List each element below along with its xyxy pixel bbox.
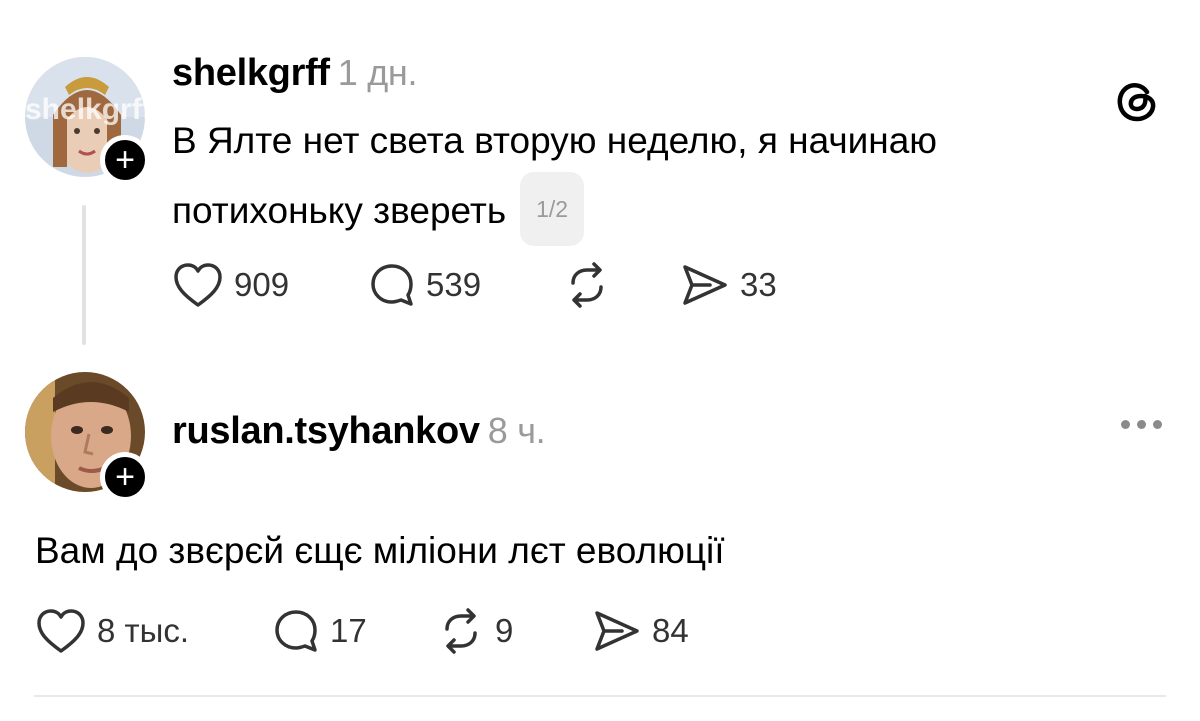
post1-header: shelkgrff 1 дн. bbox=[172, 52, 418, 95]
post2-header: ruslan.tsyhankov 8 ч. bbox=[172, 410, 546, 453]
post1-text-line2-wrap: потихоньку звереть 1/2 bbox=[172, 172, 585, 250]
follow-button-ruslan[interactable]: + bbox=[100, 452, 150, 502]
post1-text-line1: В Ялте нет света вторую неделю, я начина… bbox=[172, 120, 938, 161]
repost-icon bbox=[571, 262, 603, 308]
post-timestamp: 1 дн. bbox=[337, 52, 418, 93]
speech-bubble-icon bbox=[371, 264, 413, 306]
post2-text: Вам до звєрєй єщє міліони лєт еволюції bbox=[35, 530, 725, 571]
send-icon bbox=[595, 611, 639, 651]
avatar-overlay-text: shelkgrff bbox=[25, 93, 145, 126]
share-button[interactable]: 33 bbox=[680, 260, 777, 310]
page-indicator: 1/2 bbox=[520, 172, 585, 246]
comment-button[interactable]: 17 bbox=[272, 606, 367, 656]
heart-icon bbox=[37, 609, 85, 653]
like-count: 909 bbox=[234, 266, 290, 303]
plus-icon: + bbox=[115, 458, 135, 496]
repost-button[interactable] bbox=[563, 260, 611, 310]
like-button[interactable]: 909 bbox=[172, 260, 289, 310]
share-count: 84 bbox=[652, 612, 689, 649]
username-link[interactable]: ruslan.tsyhankov bbox=[172, 410, 480, 452]
comment-button[interactable]: 539 bbox=[368, 260, 481, 310]
speech-bubble-icon bbox=[275, 610, 317, 652]
share-count: 33 bbox=[740, 266, 777, 303]
threads-logo-icon[interactable] bbox=[1114, 78, 1160, 124]
plus-icon: + bbox=[115, 141, 135, 179]
follow-button-shelkgrff[interactable]: + bbox=[100, 135, 150, 185]
post-divider bbox=[34, 695, 1166, 697]
post1-text-line2: потихоньку звереть bbox=[172, 189, 507, 231]
send-icon bbox=[683, 265, 727, 305]
like-button[interactable]: 8 тыс. bbox=[35, 606, 189, 656]
heart-icon bbox=[174, 263, 222, 307]
repost-button[interactable]: 9 bbox=[437, 606, 513, 656]
comment-count: 539 bbox=[426, 266, 482, 303]
share-button[interactable]: 84 bbox=[592, 606, 689, 656]
comment-count: 17 bbox=[330, 612, 367, 649]
username-link[interactable]: shelkgrff bbox=[172, 52, 330, 94]
repost-icon bbox=[445, 608, 477, 654]
like-count: 8 тыс. bbox=[97, 612, 190, 649]
thread-connector-line bbox=[82, 205, 86, 345]
post-timestamp: 8 ч. bbox=[487, 410, 546, 451]
more-dots-icon[interactable] bbox=[1121, 420, 1162, 429]
repost-count: 9 bbox=[495, 612, 514, 649]
